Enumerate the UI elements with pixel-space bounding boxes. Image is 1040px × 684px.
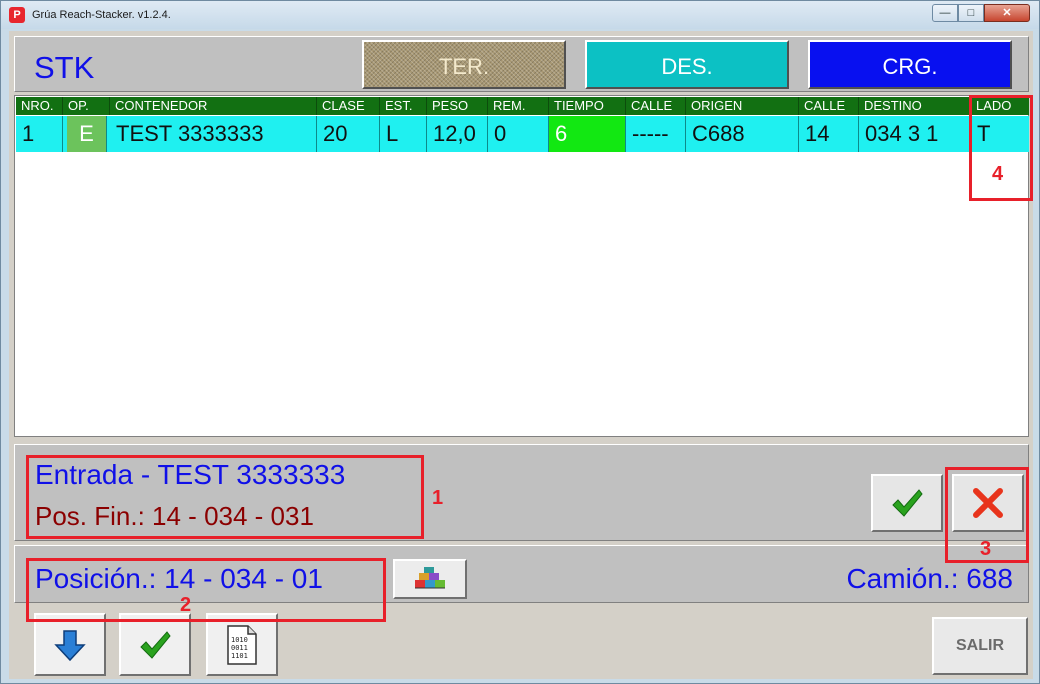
close-window-button[interactable]: ✕	[984, 4, 1030, 22]
cell-calle-2: 14	[799, 116, 859, 152]
binary-document-icon: 1010 0011 1101	[227, 624, 257, 665]
grid-header: NRO. OP. CONTENEDOR CLASE EST. PESO REM.…	[16, 97, 1029, 115]
col-peso[interactable]: PESO	[427, 97, 488, 115]
cell-est: L	[380, 116, 427, 152]
cell-destino: 034 3 1	[859, 116, 971, 152]
col-est[interactable]: EST.	[380, 97, 427, 115]
col-nro[interactable]: NRO.	[16, 97, 63, 115]
cell-nro: 1	[16, 116, 63, 152]
crg-button[interactable]: CRG.	[808, 40, 1012, 89]
window-title: Grúa Reach-Stacker. v1.2.4.	[32, 9, 171, 21]
col-destino[interactable]: DESTINO	[859, 97, 971, 115]
move-down-button[interactable]	[34, 613, 106, 676]
col-tiempo[interactable]: TIEMPO	[549, 97, 626, 115]
col-contenedor[interactable]: CONTENEDOR	[110, 97, 317, 115]
container-grid[interactable]: NRO. OP. CONTENEDOR CLASE EST. PESO REM.…	[14, 95, 1029, 437]
stack-view-button[interactable]	[393, 559, 467, 599]
checkmark-icon	[140, 630, 171, 659]
col-op[interactable]: OP.	[63, 97, 110, 115]
confirm-button[interactable]	[871, 474, 943, 532]
col-calle[interactable]: CALLE	[626, 97, 686, 115]
cell-clase: 20	[317, 116, 380, 152]
accept-button[interactable]	[119, 613, 191, 676]
col-calle-2[interactable]: CALLE	[799, 97, 859, 115]
maximize-button[interactable]: □	[958, 4, 984, 22]
table-row[interactable]: 1 E TEST 3333333 20 L 12,0 0 6 ----- C68…	[16, 116, 1029, 152]
annotation-label-4: 4	[992, 163, 1004, 185]
cell-contenedor: TEST 3333333	[110, 116, 317, 152]
annotation-label-1: 1	[432, 487, 444, 509]
annotation-box-1	[26, 455, 424, 539]
cell-origen: C688	[686, 116, 799, 152]
truck-number: Camión.: 688	[846, 563, 1013, 594]
container-stack-icon	[415, 567, 445, 589]
data-file-button[interactable]: 1010 0011 1101	[206, 613, 278, 676]
cell-op: E	[67, 116, 107, 152]
col-rem[interactable]: REM.	[488, 97, 549, 115]
title-bar: P Grúa Reach-Stacker. v1.2.4. — □ ✕	[1, 1, 1039, 29]
cell-tiempo: 6	[549, 116, 626, 152]
cell-peso: 12,0	[427, 116, 488, 152]
mode-bar: STK TER. DES. CRG.	[14, 36, 1029, 92]
svg-text:1101: 1101	[231, 652, 248, 660]
cell-calle: -----	[626, 116, 686, 152]
annotation-label-2: 2	[180, 594, 192, 616]
svg-text:0011: 0011	[231, 644, 248, 652]
minimize-button[interactable]: —	[932, 4, 958, 22]
annotation-label-3: 3	[980, 538, 992, 560]
checkmark-icon	[892, 489, 923, 517]
des-button[interactable]: DES.	[585, 40, 789, 89]
col-origen[interactable]: ORIGEN	[686, 97, 799, 115]
stk-label: STK	[34, 50, 95, 85]
app-logo-icon: P	[9, 7, 25, 23]
arrow-down-icon	[54, 629, 86, 661]
exit-button[interactable]: SALIR	[932, 617, 1028, 675]
svg-text:1010: 1010	[231, 636, 248, 644]
ter-button[interactable]: TER.	[362, 40, 566, 89]
annotation-box-2	[26, 558, 386, 622]
col-clase[interactable]: CLASE	[317, 97, 380, 115]
cell-rem: 0	[488, 116, 549, 152]
